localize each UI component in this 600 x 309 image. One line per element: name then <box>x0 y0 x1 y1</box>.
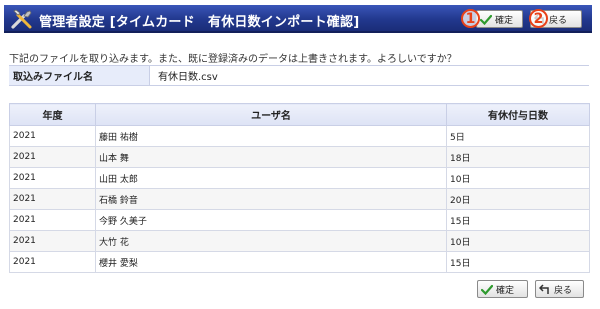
column-header-days: 有休付与日数 <box>446 103 590 126</box>
file-info-row: 取込みファイル名 有休日数.csv <box>9 65 589 86</box>
table-row: 2021 山本 舞 18日 <box>9 146 590 168</box>
back-button-label: 戻る <box>554 285 573 296</box>
tools-icon <box>11 9 32 29</box>
year-cell: 2021 <box>9 251 96 273</box>
year-cell: 2021 <box>9 230 96 252</box>
import-preview-table: 年度 ユーザ名 有休付与日数 2021 藤田 祐樹 5日 2021 山本 舞 1… <box>9 103 590 273</box>
back-button-bottom[interactable]: 戻る <box>535 280 584 298</box>
confirmation-message: 下記のファイルを取り込みます。また、既に登録済みのデータは上書きされます。よろし… <box>9 54 457 65</box>
check-icon <box>481 284 493 295</box>
table-row: 2021 大竹 花 10日 <box>9 230 590 252</box>
user-cell: 山本 舞 <box>95 146 447 168</box>
check-icon <box>480 14 492 25</box>
callout-marker-1: 1 <box>461 9 480 28</box>
table-row: 2021 石橋 鈴音 20日 <box>9 188 590 210</box>
column-header-year: 年度 <box>9 103 96 126</box>
year-cell: 2021 <box>9 146 96 168</box>
back-button-label: 戻る <box>549 15 568 26</box>
user-cell: 藤田 祐樹 <box>95 125 447 147</box>
table-header-row: 年度 ユーザ名 有休付与日数 <box>9 103 590 126</box>
user-cell: 櫻井 愛梨 <box>95 251 447 273</box>
page-title: 管理者設定 [タイムカード 有休日数インポート確認] <box>39 15 360 30</box>
year-cell: 2021 <box>9 125 96 147</box>
user-cell: 今野 久美子 <box>95 209 447 231</box>
column-header-user: ユーザ名 <box>95 103 447 126</box>
days-cell: 10日 <box>446 230 590 252</box>
days-cell: 18日 <box>446 146 590 168</box>
table-row: 2021 今野 久美子 15日 <box>9 209 590 231</box>
confirm-button-bottom[interactable]: 確定 <box>477 280 528 298</box>
confirm-button-label: 確定 <box>496 285 515 296</box>
year-cell: 2021 <box>9 209 96 231</box>
user-cell: 大竹 花 <box>95 230 447 252</box>
days-cell: 10日 <box>446 167 590 189</box>
user-cell: 山田 太郎 <box>95 167 447 189</box>
confirm-button-label: 確定 <box>495 15 514 26</box>
year-cell: 2021 <box>9 167 96 189</box>
days-cell: 20日 <box>446 188 590 210</box>
confirm-button-top[interactable]: 確定 <box>476 10 523 28</box>
year-cell: 2021 <box>9 188 96 210</box>
days-cell: 15日 <box>446 251 590 273</box>
file-name-value: 有休日数.csv <box>158 72 218 83</box>
file-name-label: 取込みファイル名 <box>9 66 150 85</box>
user-cell: 石橋 鈴音 <box>95 188 447 210</box>
days-cell: 5日 <box>446 125 590 147</box>
table-row: 2021 藤田 祐樹 5日 <box>9 125 590 147</box>
back-arrow-icon <box>539 283 549 294</box>
callout-marker-2: 2 <box>529 9 548 28</box>
table-row: 2021 山田 太郎 10日 <box>9 167 590 189</box>
table-row: 2021 櫻井 愛梨 15日 <box>9 251 590 273</box>
days-cell: 15日 <box>446 209 590 231</box>
